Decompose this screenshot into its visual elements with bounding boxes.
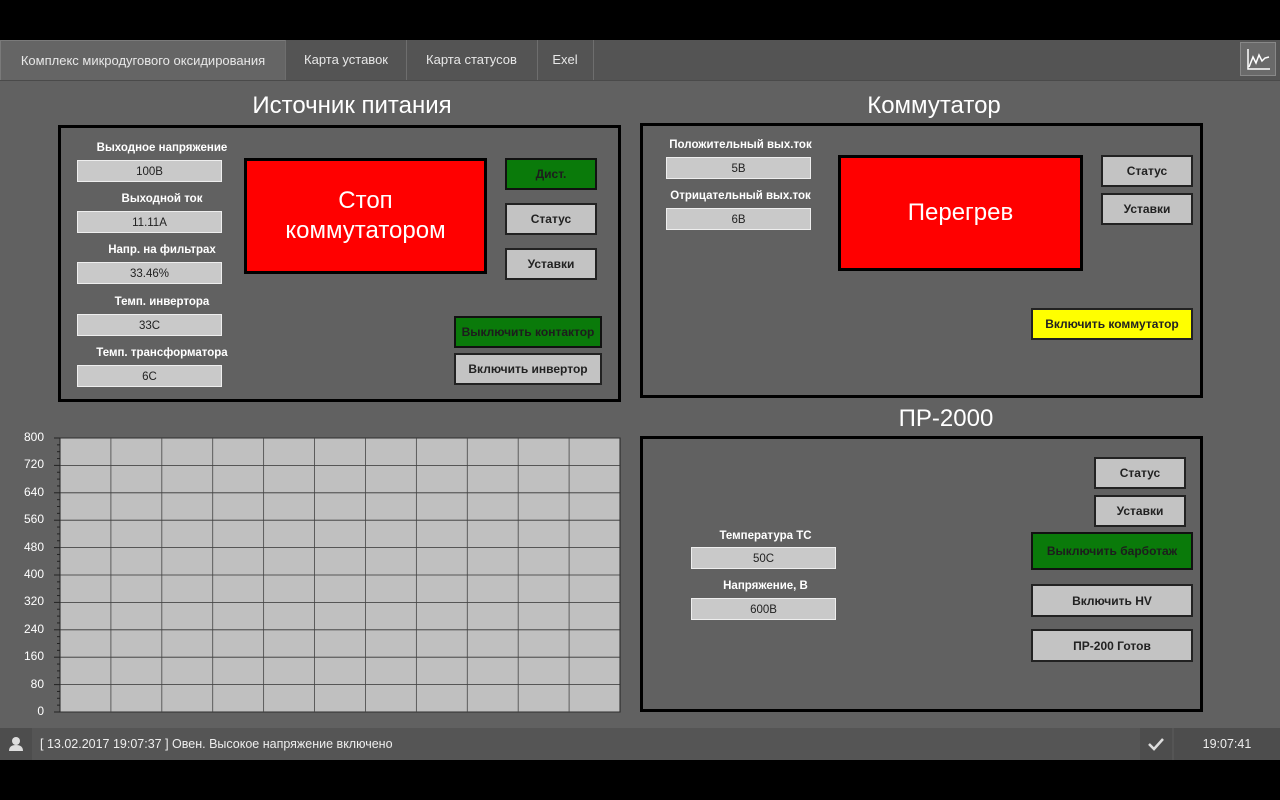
transformer-temp-field: 6С (77, 365, 222, 387)
y-tick-label: 640 (23, 484, 44, 499)
y-tick-label: 480 (23, 539, 44, 554)
tab-statuses[interactable]: Карта статусов (406, 40, 538, 80)
power-title: Источник питания (252, 92, 452, 119)
y-tick-label: 560 (23, 512, 44, 527)
output-voltage-field: 100В (77, 160, 222, 182)
switch-panel: Положительный вых.ток 5В Отрицательный в… (640, 123, 1203, 398)
field-label: Выходной ток (121, 193, 203, 205)
negative-current-field: 6В (666, 208, 811, 230)
field-label: Напр. на фильтрах (108, 244, 216, 256)
power-status-button[interactable]: Статус (505, 203, 597, 235)
pr-ready-button[interactable]: ПР-200 Готов (1031, 629, 1193, 662)
contactor-off-button[interactable]: Выключить контактор (454, 316, 602, 348)
y-tick-label: 320 (23, 594, 44, 609)
y-tick-label: 80 (30, 676, 44, 691)
inverter-temp-field: 33С (77, 314, 222, 336)
acknowledge-button[interactable] (1140, 728, 1172, 760)
switch-enable-button[interactable]: Включить коммутатор (1031, 308, 1193, 340)
switch-stop-alarm: Стоп коммутатором (244, 158, 487, 274)
y-tick-label: 720 (23, 457, 44, 472)
switch-settings-button[interactable]: Уставки (1101, 193, 1193, 225)
y-tick-label: 0 (37, 704, 44, 718)
bubbling-off-button[interactable]: Выключить барботаж (1031, 532, 1193, 570)
alarm-line-1: Стоп (338, 187, 393, 214)
field-label: Выходное напряжение (96, 142, 228, 154)
trend-chart: 800 720 640 560 480 400 320 240 160 80 0 (0, 430, 630, 720)
field-label: Темп. инвертора (114, 296, 210, 308)
hmi-screen: Комплекс микродугового оксидирования Кар… (0, 40, 1280, 760)
status-bar: [ 13.02.2017 19:07:37 ] Овен. Высокое на… (0, 728, 1280, 760)
pr-panel: Температура ТС 50С Напряжение, В 600В Ст… (640, 436, 1203, 712)
user-icon (9, 737, 23, 751)
pr-title: ПР-2000 (898, 405, 994, 432)
tab-exel[interactable]: Exel (537, 40, 594, 80)
power-settings-button[interactable]: Уставки (505, 248, 597, 280)
inverter-on-button[interactable]: Включить инвертор (454, 353, 602, 385)
user-button[interactable] (0, 728, 32, 760)
overheat-alarm: Перегрев (838, 155, 1083, 271)
tab-bar: Комплекс микродугового оксидирования Кар… (0, 40, 1280, 81)
pr-status-button[interactable]: Статус (1094, 457, 1186, 489)
voltage-field: 600В (691, 598, 836, 620)
pr-settings-button[interactable]: Уставки (1094, 495, 1186, 527)
check-icon (1148, 738, 1164, 751)
status-message: [ 13.02.2017 19:07:37 ] Овен. Высокое на… (40, 737, 393, 751)
tc-temp-field: 50С (691, 547, 836, 569)
output-current-field: 11.11А (77, 211, 222, 233)
y-tick-label: 160 (23, 649, 44, 664)
chart-plot (54, 437, 621, 713)
trend-button[interactable] (1240, 42, 1276, 76)
y-tick-label: 240 (23, 621, 44, 636)
filter-voltage-field: 33.46% (77, 262, 222, 284)
alarm-line-2: коммутатором (285, 217, 446, 244)
chart-trend-icon (1247, 49, 1270, 70)
switch-status-button[interactable]: Статус (1101, 155, 1193, 187)
positive-current-field: 5В (666, 157, 811, 179)
field-label: Температура ТС (719, 530, 812, 542)
switch-title: Коммутатор (867, 92, 1001, 119)
field-label: Положительный вых.ток (669, 139, 812, 151)
field-label: Отрицательный вых.ток (670, 190, 811, 202)
remote-button[interactable]: Дист. (505, 158, 597, 190)
tab-main[interactable]: Комплекс микродугового оксидирования (0, 40, 286, 80)
field-label: Темп. трансформатора (96, 347, 228, 359)
power-panel: Выходное напряжение 100В Выходной ток 11… (58, 125, 621, 402)
field-label: Напряжение, В (723, 580, 808, 592)
tab-setpoints[interactable]: Карта уставок (286, 40, 407, 80)
y-tick-label: 400 (23, 567, 44, 581)
hv-on-button[interactable]: Включить HV (1031, 584, 1193, 617)
y-tick-label: 800 (23, 430, 44, 444)
clock: 19:07:41 (1174, 728, 1280, 760)
